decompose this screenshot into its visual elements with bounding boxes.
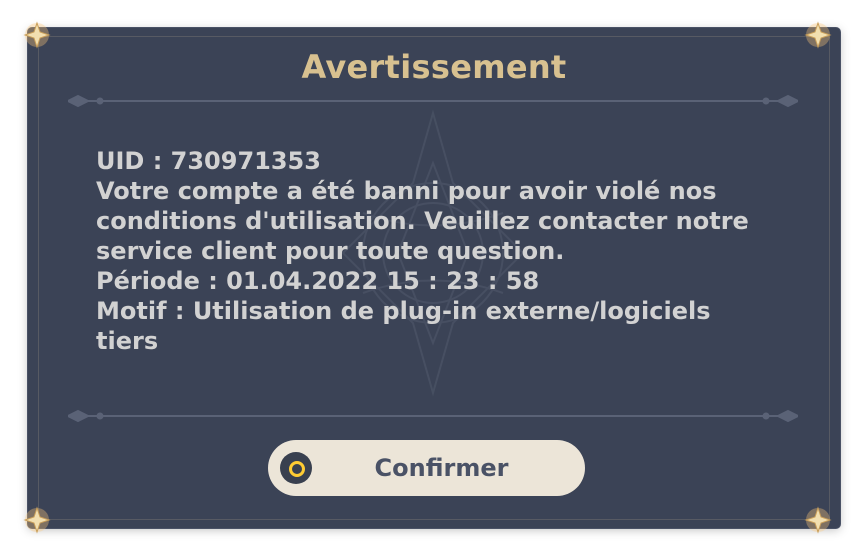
corner-star-icon [804,506,832,534]
message-line: tiers [96,327,159,355]
message-line: conditions d'utilisation. Veuillez conta… [96,207,749,235]
message-line-period: Période : 01.04.2022 15 : 23 : 58 [96,267,540,295]
message-line: service client pour toute question. [96,237,565,265]
warning-message: UID : 730971353 Votre compte a été banni… [96,146,756,356]
corner-star-icon [23,506,51,534]
footer-divider [68,409,798,423]
corner-star-icon [804,21,832,49]
message-line-reason: Motif : Utilisation de plug-in externe/l… [96,297,711,325]
warning-dialog: Avertissement UID : 730971353 Votre comp… [28,28,840,528]
confirm-button[interactable]: Confirmer [268,440,585,496]
message-line: Votre compte a été banni pour avoir viol… [96,177,717,205]
confirm-button-label: Confirmer [374,454,509,482]
message-line-uid: UID : 730971353 [96,147,321,175]
corner-star-icon [23,21,51,49]
dialog-title: Avertissement [301,48,567,86]
circle-confirm-icon [280,452,312,484]
title-divider [68,94,798,108]
